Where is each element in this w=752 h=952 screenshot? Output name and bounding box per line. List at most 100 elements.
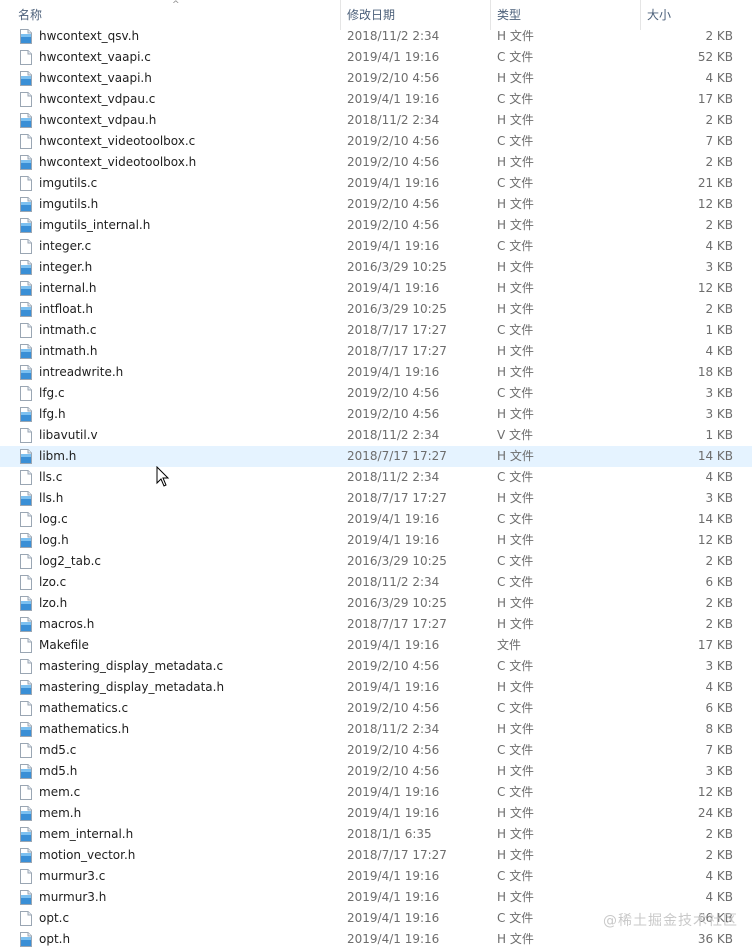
file-name: mathematics.c [39, 701, 129, 715]
file-size: 6 KB [705, 701, 733, 715]
file-row[interactable]: murmur3.c 2019/4/1 19:16 C 文件 4 KB [0, 866, 752, 887]
file-size: 52 KB [697, 50, 733, 64]
file-row[interactable]: mem.c 2019/4/1 19:16 C 文件 12 KB [0, 782, 752, 803]
file-row[interactable]: hwcontext_qsv.h 2018/11/2 2:34 H 文件 2 KB [0, 26, 752, 47]
file-type: H 文件 [497, 764, 534, 778]
header-file-icon [19, 848, 33, 863]
file-modified-date: 2019/4/1 19:16 [347, 512, 440, 526]
file-row[interactable]: internal.h 2019/4/1 19:16 H 文件 12 KB [0, 278, 752, 299]
file-name: integer.h [39, 260, 93, 274]
file-name: libm.h [39, 449, 77, 463]
file-row[interactable]: mastering_display_metadata.h 2019/4/1 19:… [0, 677, 752, 698]
file-row[interactable]: lzo.c 2018/11/2 2:34 C 文件 6 KB [0, 572, 752, 593]
file-row[interactable]: imgutils.c 2019/4/1 19:16 C 文件 21 KB [0, 173, 752, 194]
file-row[interactable]: mem.h 2019/4/1 19:16 H 文件 24 KB [0, 803, 752, 824]
file-name: hwcontext_qsv.h [39, 29, 140, 43]
file-name: hwcontext_videotoolbox.c [39, 134, 196, 148]
file-row[interactable]: Makefile 2019/4/1 19:16 文件 17 KB [0, 635, 752, 656]
file-name: imgutils.h [39, 197, 99, 211]
file-row[interactable]: hwcontext_vaapi.c 2019/4/1 19:16 C 文件 52 KB [0, 47, 752, 68]
file-type: H 文件 [497, 302, 534, 316]
file-name: hwcontext_vdpau.c [39, 92, 156, 106]
file-row[interactable]: intmath.h 2018/7/17 17:27 H 文件 4 KB [0, 341, 752, 362]
file-size: 3 KB [705, 764, 733, 778]
file-size: 3 KB [705, 260, 733, 274]
header-file-icon [19, 281, 33, 296]
file-row[interactable]: hwcontext_vdpau.h 2018/11/2 2:34 H 文件 2 KB [0, 110, 752, 131]
file-modified-date: 2019/4/1 19:16 [347, 176, 440, 190]
file-row[interactable]: md5.c 2019/2/10 4:56 C 文件 7 KB [0, 740, 752, 761]
file-modified-date: 2018/7/17 17:27 [347, 617, 447, 631]
file-row[interactable]: libavutil.v 2018/11/2 2:34 V 文件 1 KB [0, 425, 752, 446]
file-size: 3 KB [705, 386, 733, 400]
file-type: H 文件 [497, 281, 534, 295]
file-type: H 文件 [497, 71, 534, 85]
file-type: C 文件 [497, 134, 534, 148]
generic-file-icon [19, 428, 33, 443]
file-row[interactable]: hwcontext_videotoolbox.h 2019/2/10 4:56 H … [0, 152, 752, 173]
file-size: 2 KB [705, 218, 733, 232]
file-size: 2 KB [705, 596, 733, 610]
file-row[interactable]: intmath.c 2018/7/17 17:27 C 文件 1 KB [0, 320, 752, 341]
file-row[interactable]: integer.h 2016/3/29 10:25 H 文件 3 KB [0, 257, 752, 278]
file-row[interactable]: hwcontext_videotoolbox.c 2019/2/10 4:56 C … [0, 131, 752, 152]
file-row[interactable]: intreadwrite.h 2019/4/1 19:16 H 文件 18 KB [0, 362, 752, 383]
file-size: 2 KB [705, 29, 733, 43]
file-modified-date: 2018/1/1 6:35 [347, 827, 432, 841]
file-row[interactable]: lzo.h 2016/3/29 10:25 H 文件 2 KB [0, 593, 752, 614]
file-name: mastering_display_metadata.h [39, 680, 225, 694]
file-type: H 文件 [497, 680, 534, 694]
file-row[interactable]: mathematics.h 2018/11/2 2:34 H 文件 8 KB [0, 719, 752, 740]
file-name: macros.h [39, 617, 95, 631]
file-row[interactable]: macros.h 2018/7/17 17:27 H 文件 2 KB [0, 614, 752, 635]
file-row[interactable]: mem_internal.h 2018/1/1 6:35 H 文件 2 KB [0, 824, 752, 845]
file-type: C 文件 [497, 659, 534, 673]
file-type: C 文件 [497, 554, 534, 568]
file-row[interactable]: imgutils.h 2019/2/10 4:56 H 文件 12 KB [0, 194, 752, 215]
file-name: intmath.h [39, 344, 98, 358]
file-name: internal.h [39, 281, 97, 295]
file-type: C 文件 [497, 869, 534, 883]
file-size: 2 KB [705, 848, 733, 862]
file-row[interactable]: integer.c 2019/4/1 19:16 C 文件 4 KB [0, 236, 752, 257]
file-row[interactable]: opt.h 2019/4/1 19:16 H 文件 36 KB [0, 929, 752, 950]
file-row[interactable]: hwcontext_vaapi.h 2019/2/10 4:56 H 文件 4 KB [0, 68, 752, 89]
file-size: 4 KB [705, 71, 733, 85]
file-modified-date: 2019/2/10 4:56 [347, 659, 440, 673]
file-size: 12 KB [697, 785, 733, 799]
file-name: log.c [39, 512, 68, 526]
file-row[interactable]: mastering_display_metadata.c 2019/2/10 4:… [0, 656, 752, 677]
file-row[interactable]: lls.h 2018/7/17 17:27 H 文件 3 KB [0, 488, 752, 509]
file-size: 3 KB [705, 659, 733, 673]
file-row[interactable]: mathematics.c 2019/2/10 4:56 C 文件 6 KB [0, 698, 752, 719]
file-name: murmur3.c [39, 869, 106, 883]
file-modified-date: 2016/3/29 10:25 [347, 554, 447, 568]
file-size: 6 KB [705, 575, 733, 589]
file-name: intreadwrite.h [39, 365, 124, 379]
file-row[interactable]: md5.h 2019/2/10 4:56 H 文件 3 KB [0, 761, 752, 782]
file-type: H 文件 [497, 155, 534, 169]
file-row[interactable]: motion_vector.h 2018/7/17 17:27 H 文件 2 KB [0, 845, 752, 866]
file-size: 17 KB [697, 92, 733, 106]
file-row[interactable]: lfg.c 2019/2/10 4:56 C 文件 3 KB [0, 383, 752, 404]
file-row[interactable]: log2_tab.c 2016/3/29 10:25 C 文件 2 KB [0, 551, 752, 572]
file-row[interactable]: murmur3.h 2019/4/1 19:16 H 文件 4 KB [0, 887, 752, 908]
file-row[interactable]: libm.h 2018/7/17 17:27 H 文件 14 KB [0, 446, 752, 467]
file-modified-date: 2018/7/17 17:27 [347, 449, 447, 463]
file-row[interactable]: lls.c 2018/11/2 2:34 C 文件 4 KB [0, 467, 752, 488]
file-row[interactable]: log.c 2019/4/1 19:16 C 文件 14 KB [0, 509, 752, 530]
file-row[interactable]: log.h 2019/4/1 19:16 H 文件 12 KB [0, 530, 752, 551]
header-file-icon [19, 260, 33, 275]
file-type: C 文件 [497, 92, 534, 106]
file-type: H 文件 [497, 365, 534, 379]
c-file-icon [19, 323, 33, 338]
file-row[interactable]: hwcontext_vdpau.c 2019/4/1 19:16 C 文件 17 KB [0, 89, 752, 110]
file-row[interactable]: lfg.h 2019/2/10 4:56 H 文件 3 KB [0, 404, 752, 425]
file-type: C 文件 [497, 50, 534, 64]
file-modified-date: 2019/4/1 19:16 [347, 806, 440, 820]
file-type: H 文件 [497, 449, 534, 463]
file-size: 8 KB [705, 722, 733, 736]
file-row[interactable]: intfloat.h 2016/3/29 10:25 H 文件 2 KB [0, 299, 752, 320]
header-file-icon [19, 344, 33, 359]
file-row[interactable]: imgutils_internal.h 2019/2/10 4:56 H 文件 2 K… [0, 215, 752, 236]
